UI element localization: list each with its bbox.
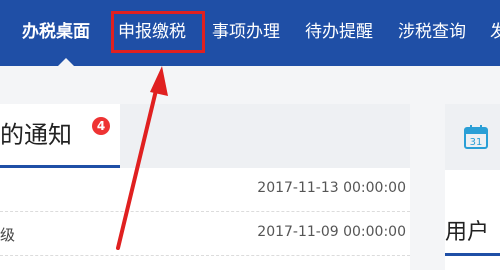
list-item[interactable]: 级 2017-11-09 00:00:00 [0, 212, 410, 256]
panel-header: 我的通知 4 [0, 104, 410, 168]
user-panel: 31 用户 [445, 104, 500, 270]
notification-time: 2017-11-13 00:00:00 [257, 180, 406, 196]
nav-item-tax-query[interactable]: 涉税查询 [398, 18, 466, 46]
notification-count-badge: 4 [92, 117, 110, 135]
notification-panel: 我的通知 4 2017-11-13 00:00:00 级 2017-11-09 … [0, 104, 410, 270]
highlight-annotation-box [111, 11, 205, 53]
nav-item-reminders[interactable]: 待办提醒 [305, 18, 373, 46]
title-underline [445, 253, 500, 256]
nav-item-more[interactable]: 发 [490, 18, 500, 46]
user-panel-header: 31 [445, 104, 500, 170]
tab-my-notifications[interactable]: 我的通知 4 [0, 104, 120, 168]
nav-item-desk[interactable]: 办税桌面 [22, 18, 90, 46]
tab-title: 我的通知 [0, 121, 72, 149]
active-indicator [58, 58, 74, 66]
calendar-day: 31 [470, 137, 483, 148]
user-panel-title: 用户 [445, 220, 490, 245]
calendar-icon[interactable]: 31 [463, 124, 489, 150]
notification-time: 2017-11-09 00:00:00 [257, 224, 406, 240]
notification-text: 级 [0, 226, 16, 244]
nav-item-affairs[interactable]: 事项办理 [212, 18, 280, 46]
top-nav-bar: 办税桌面 申报缴税 事项办理 待办提醒 涉税查询 发 [0, 0, 500, 66]
list-item[interactable]: 2017-11-13 00:00:00 [0, 168, 410, 212]
